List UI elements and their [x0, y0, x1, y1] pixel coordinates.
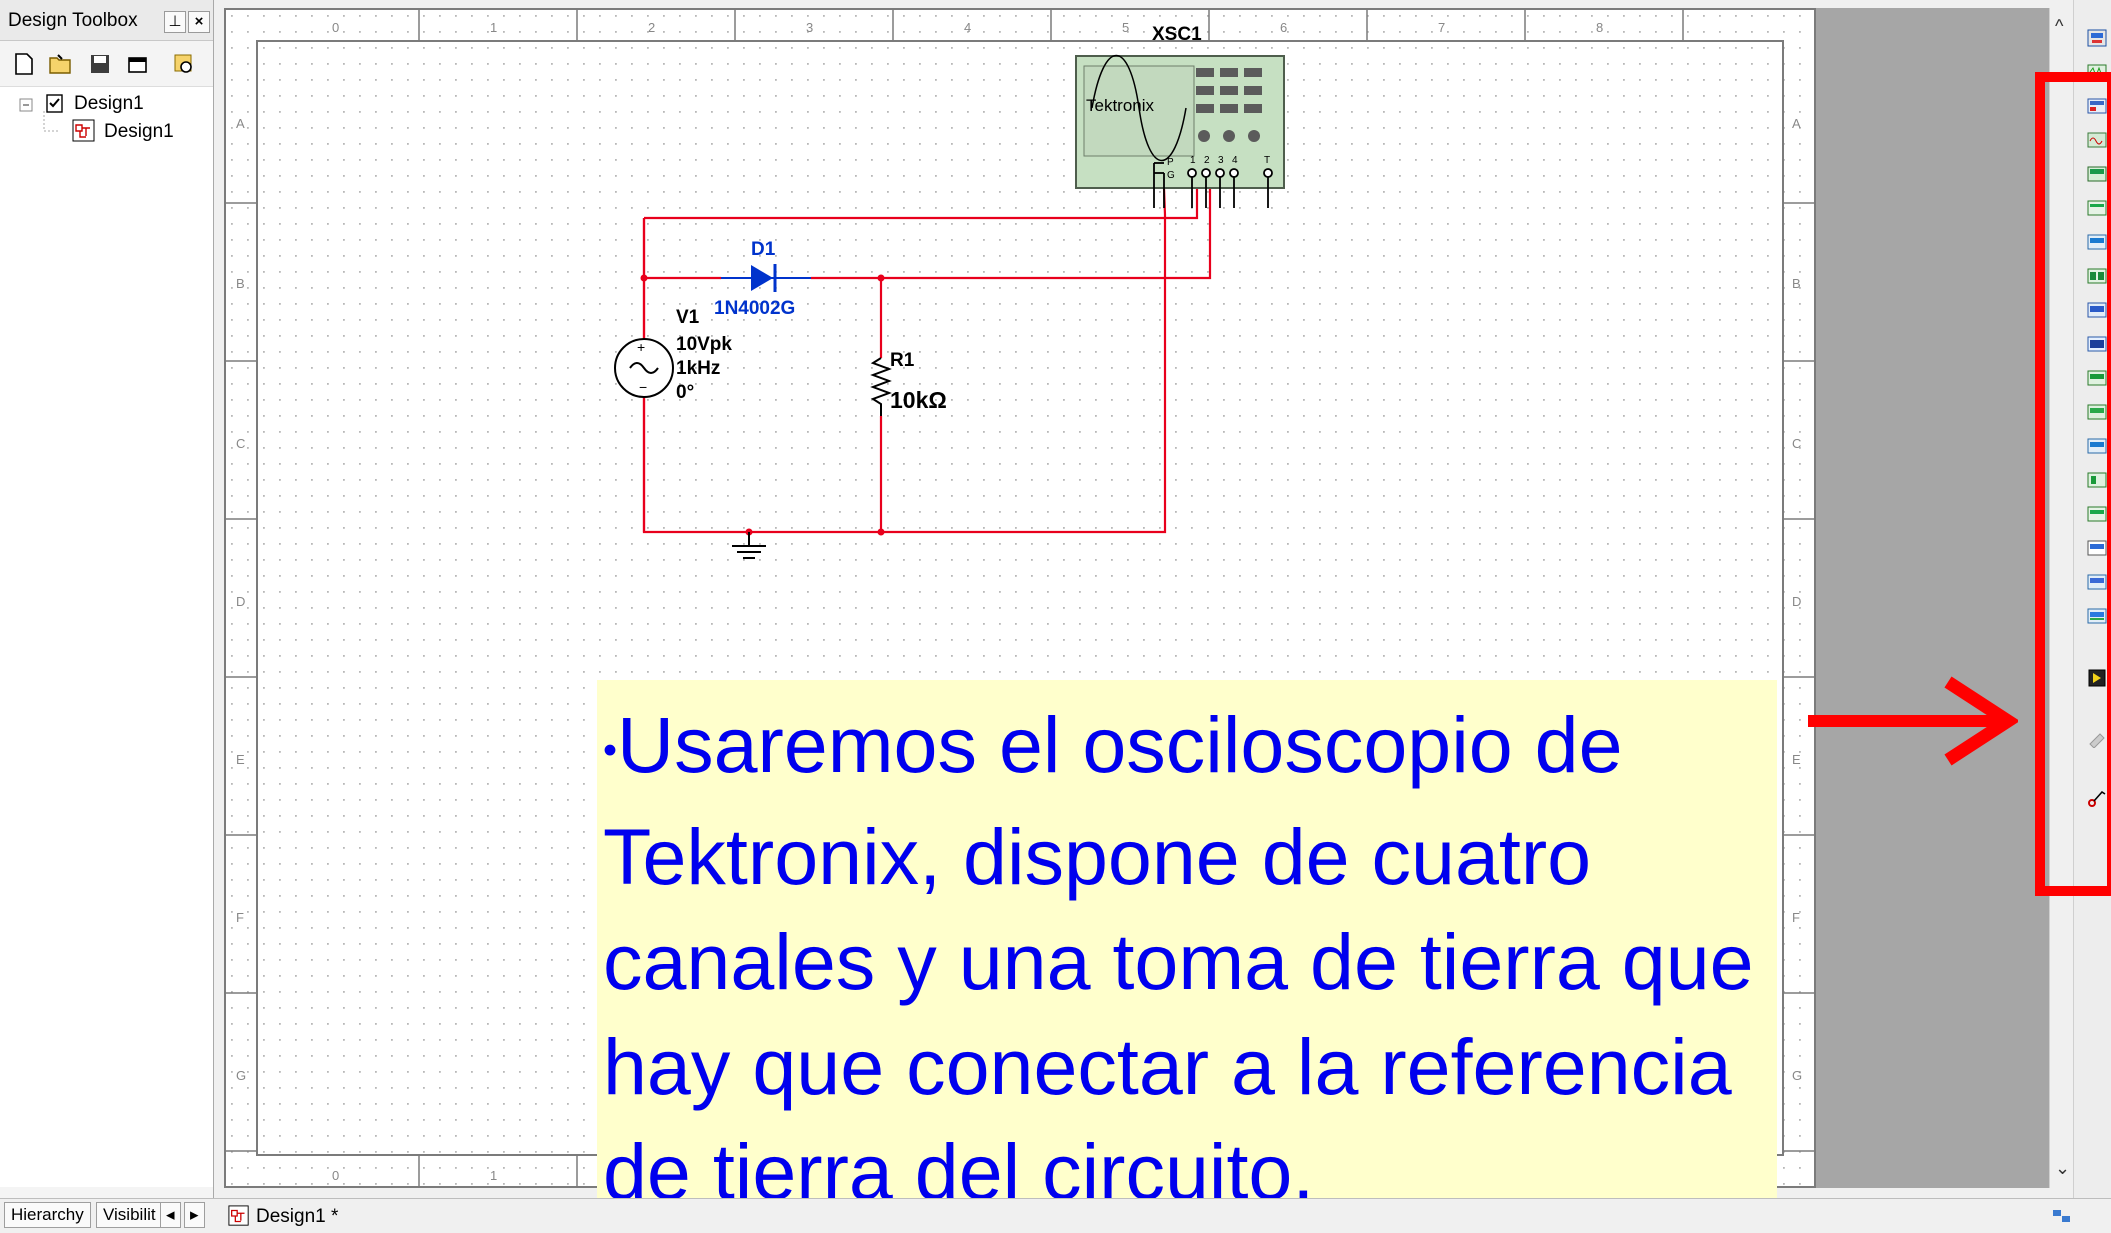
resistor-ref-label: R1 [890, 350, 915, 371]
diode-ref-label: D1 [751, 239, 776, 260]
ruler-number: 7 [1438, 20, 1445, 35]
ruler-number: 4 [964, 20, 971, 35]
source-ref-label: V1 [676, 307, 700, 328]
ruler-letter: A [236, 116, 245, 131]
open-folder-icon[interactable] [48, 52, 72, 76]
tab-visibility[interactable]: Visibilit [96, 1202, 163, 1228]
new-file-icon[interactable] [12, 52, 36, 76]
instrument-toolbar-highlight [2035, 72, 2111, 896]
callout-text: Usaremos el osciloscopio de Tektronix, d… [603, 700, 1754, 1216]
status-network-icon [2053, 1210, 2070, 1222]
design-checklist-icon [46, 94, 63, 113]
callout-bullet: • [603, 728, 618, 773]
source-frequency-label: 1kHz [676, 358, 720, 379]
document-properties-icon[interactable] [172, 52, 196, 76]
ruler-number: 1 [490, 20, 497, 35]
ruler-number: 6 [1280, 20, 1287, 35]
ruler-number: 3 [806, 20, 813, 35]
scope-pin-label: 2 [1204, 155, 1210, 166]
ruler-letter: F [1792, 910, 1800, 925]
diode-model-label: 1N4002G [714, 298, 795, 319]
scroll-down-button[interactable]: ⌄ [2055, 1158, 2070, 1179]
ruler-number: 2 [648, 20, 655, 35]
toolbox-icon-bar [8, 52, 208, 82]
scope-brand-label: Tektronix [1086, 96, 1155, 115]
workspace-background [1816, 8, 2049, 1188]
scope-pin-label: 4 [1232, 155, 1238, 166]
schematic-sheet-icon [72, 119, 95, 142]
ruler-number: 8 [1596, 20, 1603, 35]
svg-text:+: + [637, 339, 645, 355]
ruler-letter: G [1792, 1068, 1802, 1083]
source-phase-label: 0° [676, 382, 694, 403]
ruler-letter: F [236, 910, 244, 925]
design-hierarchy-tree: Design1 Design1 [0, 86, 213, 1187]
tree-item-design-root[interactable]: Design1 [74, 93, 144, 115]
pointer-arrow-icon [1808, 676, 2018, 766]
ruler-number: 1 [490, 1168, 497, 1183]
multimeter-icon[interactable] [2086, 28, 2108, 48]
explanation-callout: •Usaremos el osciloscopio de Tektronix, … [597, 680, 1777, 1216]
ruler-letter: B [236, 276, 245, 291]
ruler-letter: B [1792, 276, 1801, 291]
tab-hierarchy[interactable]: Hierarchy [4, 1202, 91, 1228]
scope-pin-label: T [1264, 155, 1270, 166]
ruler-letter: G [236, 1068, 246, 1083]
scope-pin-label: 1 [1190, 155, 1196, 166]
save-icon[interactable] [88, 52, 112, 76]
ruler-number: 0 [332, 1168, 339, 1183]
tab-scroll-left-button[interactable]: ◂ [160, 1202, 181, 1228]
ruler-letter: C [236, 436, 245, 451]
scope-pin-label: G [1167, 170, 1175, 181]
source-amplitude-label: 10Vpk [676, 334, 732, 355]
schematic-sheet-icon [228, 1205, 249, 1226]
scope-pin-label: P [1167, 157, 1174, 168]
tree-item-design-child[interactable]: Design1 [104, 121, 174, 143]
ruler-number: 0 [332, 20, 339, 35]
ruler-letter: D [236, 594, 245, 609]
tab-scroll-right-button[interactable]: ▸ [184, 1202, 205, 1228]
new-window-icon[interactable] [126, 52, 150, 76]
bottom-tab-bar: Hierarchy Visibilit ◂ ▸ Design1 * [0, 1198, 2111, 1233]
scope-ref-label: XSC1 [1152, 24, 1202, 45]
ruler-letter: E [1792, 752, 1801, 767]
toolbox-close-button[interactable]: × [188, 11, 210, 33]
toolbox-header: Design Toolbox ⊥ × [0, 0, 213, 41]
ruler-letter: A [1792, 116, 1801, 131]
scope-pin-label: 3 [1218, 155, 1224, 166]
ruler-letter: E [236, 752, 245, 767]
ruler-letter: D [1792, 594, 1801, 609]
resistor-value-label: 10kΩ [890, 387, 947, 413]
toolbox-title: Design Toolbox [8, 10, 138, 31]
scroll-up-button[interactable]: ^ [2055, 16, 2063, 37]
svg-text:−: − [639, 379, 647, 395]
ruler-number: 5 [1122, 20, 1129, 35]
ruler-letter: C [1792, 436, 1801, 451]
design-toolbox-panel: Design Toolbox ⊥ × Design1 Design1 [0, 0, 214, 1198]
toolbox-dock-button[interactable]: ⊥ [164, 11, 186, 33]
tab-design1[interactable]: Design1 * [256, 1206, 338, 1228]
callout-text-block: •Usaremos el osciloscopio de Tektronix, … [603, 692, 1773, 1224]
